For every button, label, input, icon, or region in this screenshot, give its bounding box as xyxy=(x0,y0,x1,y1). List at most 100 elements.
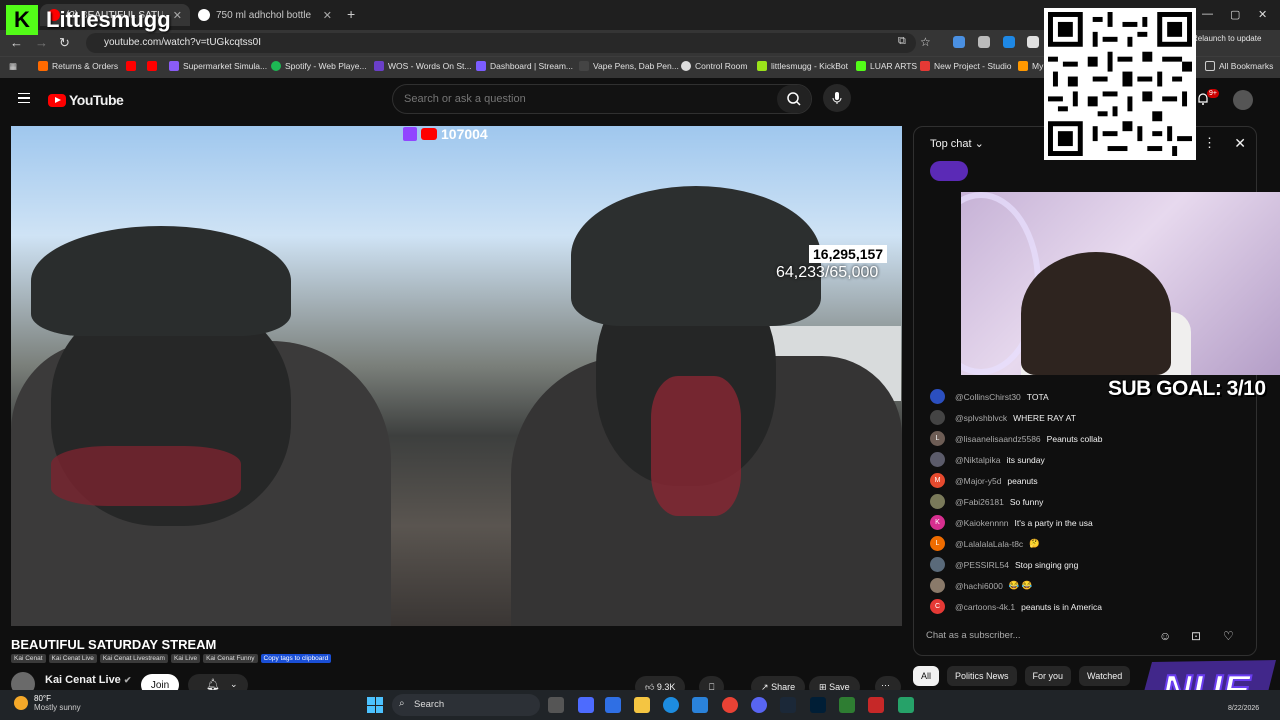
chat-username[interactable]: @LalalalaLala-t8c xyxy=(955,539,1023,549)
filter-chip-watched[interactable]: Watched xyxy=(1079,666,1131,686)
chat-username[interactable]: @splvshblvck xyxy=(955,413,1007,423)
window-close-icon[interactable]: ✕ xyxy=(1258,8,1267,21)
filter-chip-for-you[interactable]: For you xyxy=(1024,666,1072,686)
voice-search-button[interactable] xyxy=(823,84,851,112)
chat-username[interactable]: @cartoons-4k.1 xyxy=(955,602,1015,612)
chat-input-field[interactable]: Chat as a subscriber... xyxy=(926,625,1156,647)
steam-icon[interactable] xyxy=(780,697,796,713)
back-icon[interactable]: ← xyxy=(10,35,23,50)
copy-tags-button[interactable]: Copy tags to clipboard xyxy=(260,654,332,663)
bookmark-item[interactable]: LUAR ARTS xyxy=(856,61,917,71)
file-explorer-icon[interactable] xyxy=(634,697,650,713)
bookmark-item[interactable]: WOS - Words On St... xyxy=(374,61,471,71)
bookmark-favicon-icon xyxy=(757,61,767,71)
bookmark-item[interactable]: My xyxy=(1018,61,1043,71)
bookmark-item[interactable] xyxy=(147,61,161,71)
app-icon[interactable] xyxy=(868,697,884,713)
channel-name[interactable]: Kai Cenat Live ✔ xyxy=(45,674,131,686)
teams-icon[interactable] xyxy=(578,697,594,713)
chat-username[interactable]: @Major-y5d xyxy=(955,476,1001,486)
bookmark-item[interactable]: Returns & Orders xyxy=(38,61,118,71)
search-box[interactable] xyxy=(392,84,812,114)
bookmark-item[interactable]: Dashboard | Stream... xyxy=(476,61,573,71)
extension-icon[interactable] xyxy=(953,36,965,48)
bookmark-item[interactable]: Spotify - Web Playe... xyxy=(271,61,367,71)
all-bookmarks-button[interactable]: All Bookmarks xyxy=(1205,61,1273,71)
bookmark-item[interactable]: Vape Pens, Dab Pen... xyxy=(579,61,679,71)
browser-tab-google[interactable]: 750 ml adhchol bottle - Google ✕ xyxy=(190,4,340,26)
super-chat-icon[interactable]: ⊡ xyxy=(1191,629,1201,643)
url-field[interactable]: youtube.com/watch?v=tUGkcqtss0I xyxy=(86,33,916,53)
chat-username[interactable]: @Fabi26181 xyxy=(955,497,1004,507)
chrome-icon[interactable] xyxy=(722,697,738,713)
tag-chip[interactable]: Kai Cenat xyxy=(11,654,46,663)
bookmark-item[interactable] xyxy=(126,61,140,71)
heart-icon[interactable]: ♡ xyxy=(1223,629,1234,643)
user-avatar: L xyxy=(930,536,945,551)
install-app-icon[interactable]: ⧉ xyxy=(898,35,906,48)
tag-chip[interactable]: Kai Cenat Funny xyxy=(203,654,258,663)
user-avatar xyxy=(930,410,945,425)
reload-icon[interactable]: ↻ xyxy=(59,35,70,51)
tag-chip[interactable]: Kai Cenat Livestream xyxy=(99,654,168,663)
store-icon[interactable] xyxy=(692,697,708,713)
video-title: BEAUTIFUL SATURDAY STREAM xyxy=(11,637,217,652)
edge-icon[interactable] xyxy=(663,697,679,713)
extension-icon[interactable] xyxy=(1003,36,1015,48)
chat-username[interactable]: @Kaiokennnn xyxy=(955,518,1009,528)
chevron-down-icon: ⌄ xyxy=(230,679,238,689)
photoshop-icon[interactable] xyxy=(810,697,826,713)
forward-icon[interactable]: → xyxy=(35,35,48,50)
filter-chip-politics-news[interactable]: Politics News xyxy=(947,666,1017,686)
more-horizontal-icon: ⋯ xyxy=(881,680,890,690)
bookmark-item[interactable]: New Project - Studio xyxy=(920,61,1011,71)
pinned-gift-banner[interactable] xyxy=(930,161,968,181)
task-view-icon[interactable] xyxy=(548,697,564,713)
bookmark-item[interactable]: Supermarket Simula... xyxy=(169,61,267,71)
chat-text: Stop singing gng xyxy=(1015,559,1079,570)
extension-icon[interactable] xyxy=(978,36,990,48)
notepad-icon[interactable] xyxy=(839,697,855,713)
chat-username[interactable]: @lisaanelisaandz5586 xyxy=(955,434,1041,444)
close-tab-icon[interactable]: ✕ xyxy=(173,9,182,22)
bookmark-item[interactable]: Control Room xyxy=(681,61,747,71)
search-input[interactable] xyxy=(404,93,764,105)
search-button[interactable] xyxy=(777,85,811,113)
account-avatar[interactable] xyxy=(1233,90,1253,110)
extension-icon[interactable] xyxy=(1027,36,1039,48)
microphone-icon xyxy=(832,92,842,104)
chat-username[interactable]: @PESSIRL54 xyxy=(955,560,1009,570)
relaunch-button[interactable]: Relaunch to update xyxy=(1192,34,1261,43)
minimize-icon[interactable]: — xyxy=(1202,8,1213,20)
top-chat-dropdown[interactable]: Top chat ⌄ xyxy=(930,137,984,150)
chat-text: Peanuts collab xyxy=(1046,433,1103,444)
youtube-logo[interactable]: YouTube xyxy=(48,92,124,108)
video-scene-hat xyxy=(571,186,821,326)
tag-chip[interactable]: Kai Live xyxy=(170,654,201,663)
chat-more-icon[interactable]: ⋮ xyxy=(1203,135,1216,151)
chat-close-icon[interactable]: ✕ xyxy=(1234,135,1246,152)
new-tab-icon[interactable]: + xyxy=(347,6,355,22)
chat-username[interactable]: @Niktalpika xyxy=(955,455,1000,465)
user-avatar xyxy=(930,578,945,593)
bookmark-star-icon[interactable]: ☆ xyxy=(920,35,931,49)
filter-chip-all[interactable]: All xyxy=(913,666,940,686)
menu-icon[interactable] xyxy=(18,93,30,103)
chat-username[interactable]: @CollinsChirst30 xyxy=(955,392,1021,402)
maximize-icon[interactable]: ▢ xyxy=(1230,8,1240,21)
close-tab-icon[interactable]: ✕ xyxy=(323,9,332,22)
bookmark-item[interactable]: littlesmugg - KickBot xyxy=(757,61,848,71)
windows-start-icon[interactable] xyxy=(367,697,383,713)
video-player[interactable]: 107004 16,295,157 64,233/65,000 xyxy=(11,126,902,626)
emoji-icon[interactable]: ☺ xyxy=(1159,629,1171,643)
discord-icon[interactable] xyxy=(751,697,767,713)
chat-username[interactable]: @hachi6000 xyxy=(955,581,1003,591)
app-icon[interactable] xyxy=(898,697,914,713)
apps-grid-icon[interactable]: ▦ xyxy=(9,61,17,72)
weather-widget[interactable]: 80°F Mostly sunny xyxy=(14,694,81,712)
google-favicon-icon xyxy=(198,9,210,21)
tag-chip[interactable]: Kai Cenat Live xyxy=(48,654,97,663)
copilot-icon[interactable] xyxy=(605,697,621,713)
taskbar-search[interactable]: ⌕ Search xyxy=(392,694,540,716)
weather-condition: Mostly sunny xyxy=(34,703,81,712)
